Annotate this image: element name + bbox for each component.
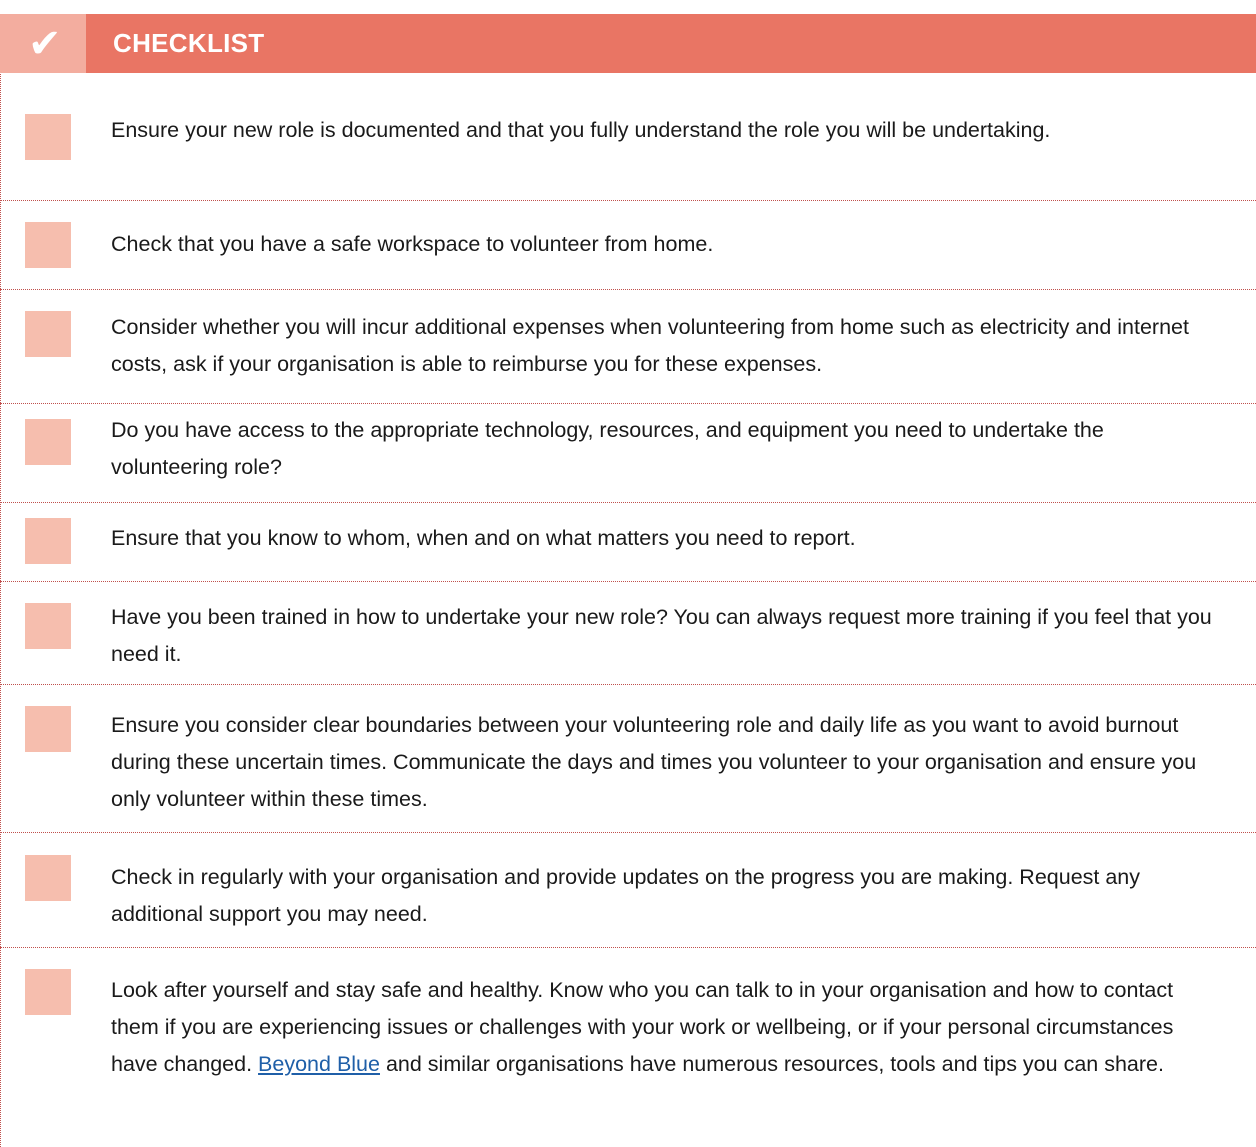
checklist-item-text: Consider whether you will incur addition… — [111, 315, 1189, 376]
checkbox[interactable] — [25, 603, 71, 649]
checkbox[interactable] — [25, 311, 71, 357]
checklist-row: Ensure you consider clear boundaries bet… — [0, 684, 1256, 833]
checklist-row: Check that you have a safe workspace to … — [0, 200, 1256, 290]
checklist-item-text: Ensure you consider clear boundaries bet… — [111, 713, 1197, 811]
checkbox[interactable] — [25, 855, 71, 901]
checkbox[interactable] — [25, 222, 71, 268]
checklist-item-text: Ensure your new role is documented and t… — [111, 118, 1051, 142]
checklist-row: Have you been trained in how to undertak… — [0, 581, 1256, 685]
beyond-blue-link[interactable]: Beyond Blue — [258, 1052, 380, 1076]
checkbox[interactable] — [25, 114, 71, 160]
checklist-row: Look after yourself and stay safe and he… — [0, 947, 1256, 1147]
checklist-row: Ensure that you know to whom, when and o… — [0, 502, 1256, 582]
checklist-header: ✔ CHECKLIST — [0, 14, 1256, 73]
checklist-item-text: Ensure that you know to whom, when and o… — [111, 526, 856, 550]
header-tick-cell: ✔ — [0, 14, 86, 73]
checklist-row: Ensure your new role is documented and t… — [0, 73, 1256, 201]
checklist-page: ✔ CHECKLIST Ensure your new role is docu… — [0, 0, 1256, 1147]
checklist-item-text: Look after yourself and stay safe and he… — [111, 972, 1221, 1083]
checklist-title: CHECKLIST — [113, 28, 265, 58]
checklist-row: Do you have access to the appropriate te… — [0, 403, 1256, 503]
checkbox[interactable] — [25, 706, 71, 752]
checkmark-icon: ✔ — [28, 21, 62, 67]
checklist-item-text: Have you been trained in how to undertak… — [111, 605, 1212, 666]
checklist-item-text: Check in regularly with your organisatio… — [111, 865, 1141, 926]
item-text-after-link: and similar organisations have numerous … — [379, 1052, 1164, 1076]
checkbox[interactable] — [25, 969, 71, 1015]
checklist-row: Consider whether you will incur addition… — [0, 289, 1256, 404]
checkbox[interactable] — [25, 518, 71, 564]
checkbox[interactable] — [25, 419, 71, 465]
checklist-row: Check in regularly with your organisatio… — [0, 832, 1256, 948]
checklist-item-text: Do you have access to the appropriate te… — [111, 418, 1104, 479]
checklist-item-text: Check that you have a safe workspace to … — [111, 232, 714, 256]
